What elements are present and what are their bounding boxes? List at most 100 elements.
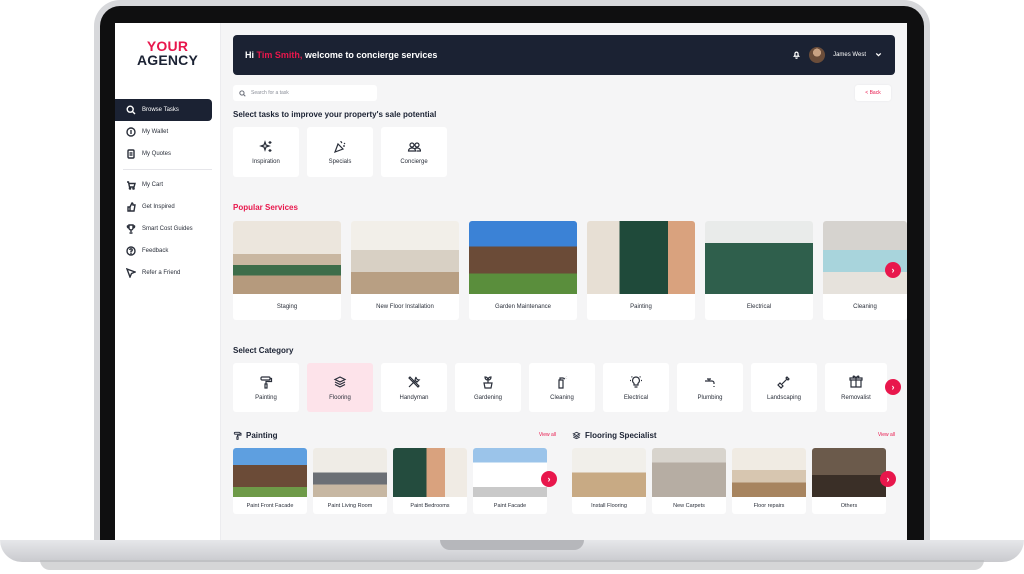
- back-button[interactable]: < Back: [855, 85, 891, 101]
- painting-card[interactable]: Paint Living Room: [313, 448, 387, 514]
- category-label: Painting: [255, 394, 277, 401]
- paint-roller-icon: [233, 431, 242, 440]
- app-screen: YOUR AGENCY Browse Tasks My Wallet My Qu…: [115, 23, 907, 542]
- painting-view-all-link[interactable]: View all: [539, 432, 556, 438]
- card-label: Floor repairs: [753, 502, 785, 509]
- card-label: Others: [840, 502, 858, 509]
- flooring-next-arrow-icon[interactable]: ›: [880, 471, 896, 487]
- category-electrical[interactable]: Electrical: [603, 363, 669, 412]
- sparkle-icon: [259, 139, 272, 152]
- popular-services-title: Popular Services: [233, 203, 298, 212]
- sidebar-item-my-wallet[interactable]: My Wallet: [115, 121, 212, 143]
- tasks-title: Select tasks to improve your property's …: [233, 110, 437, 119]
- painting-cards: Paint Front Facade Paint Living Room Pai…: [233, 448, 556, 514]
- send-icon: [126, 268, 136, 278]
- featured-sections: Painting View all Paint Front Facade Pai…: [233, 428, 896, 514]
- sidebar-item-label: Refer a Friend: [142, 270, 181, 276]
- service-card-staging[interactable]: Staging: [233, 221, 341, 320]
- painting-card[interactable]: Paint Facade: [473, 448, 547, 514]
- section-title-text: Painting: [246, 430, 278, 440]
- flooring-card[interactable]: Floor repairs: [732, 448, 806, 514]
- card-image: [233, 448, 307, 497]
- shovel-icon: [777, 375, 790, 389]
- greeting-prefix: Hi: [245, 50, 254, 60]
- layers-icon: [333, 375, 347, 388]
- category-label: Handyman: [399, 394, 429, 401]
- task-specials[interactable]: Specials: [307, 127, 373, 177]
- flooring-card[interactable]: Install Flooring: [572, 448, 646, 514]
- task-label: Specials: [328, 158, 352, 165]
- service-card-electrical[interactable]: Electrical: [705, 221, 813, 320]
- category-label: Landscaping: [766, 394, 802, 401]
- service-card-garden-maintenance[interactable]: Garden Maintenance: [469, 221, 577, 320]
- agency-logo[interactable]: YOUR AGENCY: [115, 39, 220, 99]
- card-image: [313, 448, 387, 497]
- category-plumbing[interactable]: Plumbing: [677, 363, 743, 412]
- category-flooring[interactable]: Flooring: [307, 363, 373, 412]
- flooring-cards: Install Flooring New Carpets Floor repai…: [572, 448, 895, 514]
- category-cleaning[interactable]: Cleaning: [529, 363, 595, 412]
- service-label: Garden Maintenance: [494, 304, 552, 310]
- search-input[interactable]: Search for a task: [233, 85, 377, 101]
- search-icon: [126, 105, 136, 115]
- task-concierge[interactable]: Concierge: [381, 127, 447, 177]
- service-image: [469, 221, 577, 294]
- category-removalist[interactable]: Removalist: [825, 363, 887, 412]
- card-image: [393, 448, 467, 497]
- notification-bell-icon[interactable]: [792, 50, 801, 61]
- sidebar-item-my-cart[interactable]: My Cart: [115, 174, 212, 196]
- service-image: [351, 221, 459, 294]
- painting-card[interactable]: Paint Front Facade: [233, 448, 307, 514]
- painting-next-arrow-icon[interactable]: ›: [541, 471, 557, 487]
- flooring-card[interactable]: Others: [812, 448, 886, 514]
- service-card-new-floor-installation[interactable]: New Floor Installation: [351, 221, 459, 320]
- bulb-icon: [630, 375, 642, 388]
- card-label: Paint Facade: [493, 502, 527, 509]
- service-label: Cleaning: [853, 304, 877, 310]
- flooring-view-all-link[interactable]: View all: [878, 432, 895, 438]
- painting-section-header: Painting View all: [233, 428, 556, 442]
- flooring-card[interactable]: New Carpets: [652, 448, 726, 514]
- chevron-down-icon[interactable]: [874, 50, 883, 61]
- painting-card[interactable]: Paint Bedrooms: [393, 448, 467, 514]
- category-next-arrow-icon[interactable]: ›: [885, 379, 901, 395]
- box-icon: [849, 375, 863, 388]
- sidebar-item-get-inspired[interactable]: Get Inspired: [115, 196, 212, 218]
- people-icon: [407, 141, 421, 152]
- category-gardening[interactable]: Gardening: [455, 363, 521, 412]
- category-handyman[interactable]: Handyman: [381, 363, 447, 412]
- sidebar-item-label: Feedback: [142, 248, 169, 254]
- sidebar-item-browse-tasks[interactable]: Browse Tasks: [115, 99, 212, 121]
- avatar[interactable]: [809, 47, 826, 63]
- quote-icon: [127, 149, 135, 159]
- sidebar: YOUR AGENCY Browse Tasks My Wallet My Qu…: [115, 23, 221, 542]
- popular-next-arrow-icon[interactable]: ›: [885, 262, 901, 278]
- sidebar-item-refer-a-friend[interactable]: Refer a Friend: [115, 262, 212, 284]
- account-name[interactable]: James West: [833, 52, 866, 58]
- sidebar-item-my-quotes[interactable]: My Quotes: [115, 143, 212, 165]
- search-icon: [239, 89, 246, 97]
- sidebar-item-feedback[interactable]: Feedback: [115, 240, 212, 262]
- service-image: [587, 221, 695, 294]
- service-image: [705, 221, 813, 294]
- sidebar-item-label: Browse Tasks: [142, 107, 179, 113]
- service-card-painting[interactable]: Painting: [587, 221, 695, 320]
- tools-icon: [408, 375, 421, 388]
- main-content: Hi Tim Smith, welcome to concierge servi…: [221, 23, 907, 542]
- category-label: Plumbing: [697, 394, 723, 401]
- logo-line-2: AGENCY: [136, 52, 199, 68]
- layers-icon: [572, 431, 581, 439]
- category-painting[interactable]: Painting: [233, 363, 299, 412]
- category-landscaping[interactable]: Landscaping: [751, 363, 817, 412]
- sidebar-item-smart-cost-guides[interactable]: Smart Cost Guides: [115, 218, 212, 240]
- painting-section-title: Painting: [233, 431, 278, 440]
- search-placeholder: Search for a task: [251, 90, 289, 96]
- help-icon: [126, 246, 136, 256]
- task-inspiration[interactable]: Inspiration: [233, 127, 299, 177]
- card-label: Install Flooring: [591, 502, 627, 509]
- wallet-icon: [126, 127, 136, 137]
- service-image: [233, 221, 341, 294]
- task-label: Inspiration: [252, 158, 280, 165]
- category-label: Gardening: [473, 394, 503, 401]
- popular-services-carousel: Staging New Floor Installation Garden Ma…: [233, 221, 907, 320]
